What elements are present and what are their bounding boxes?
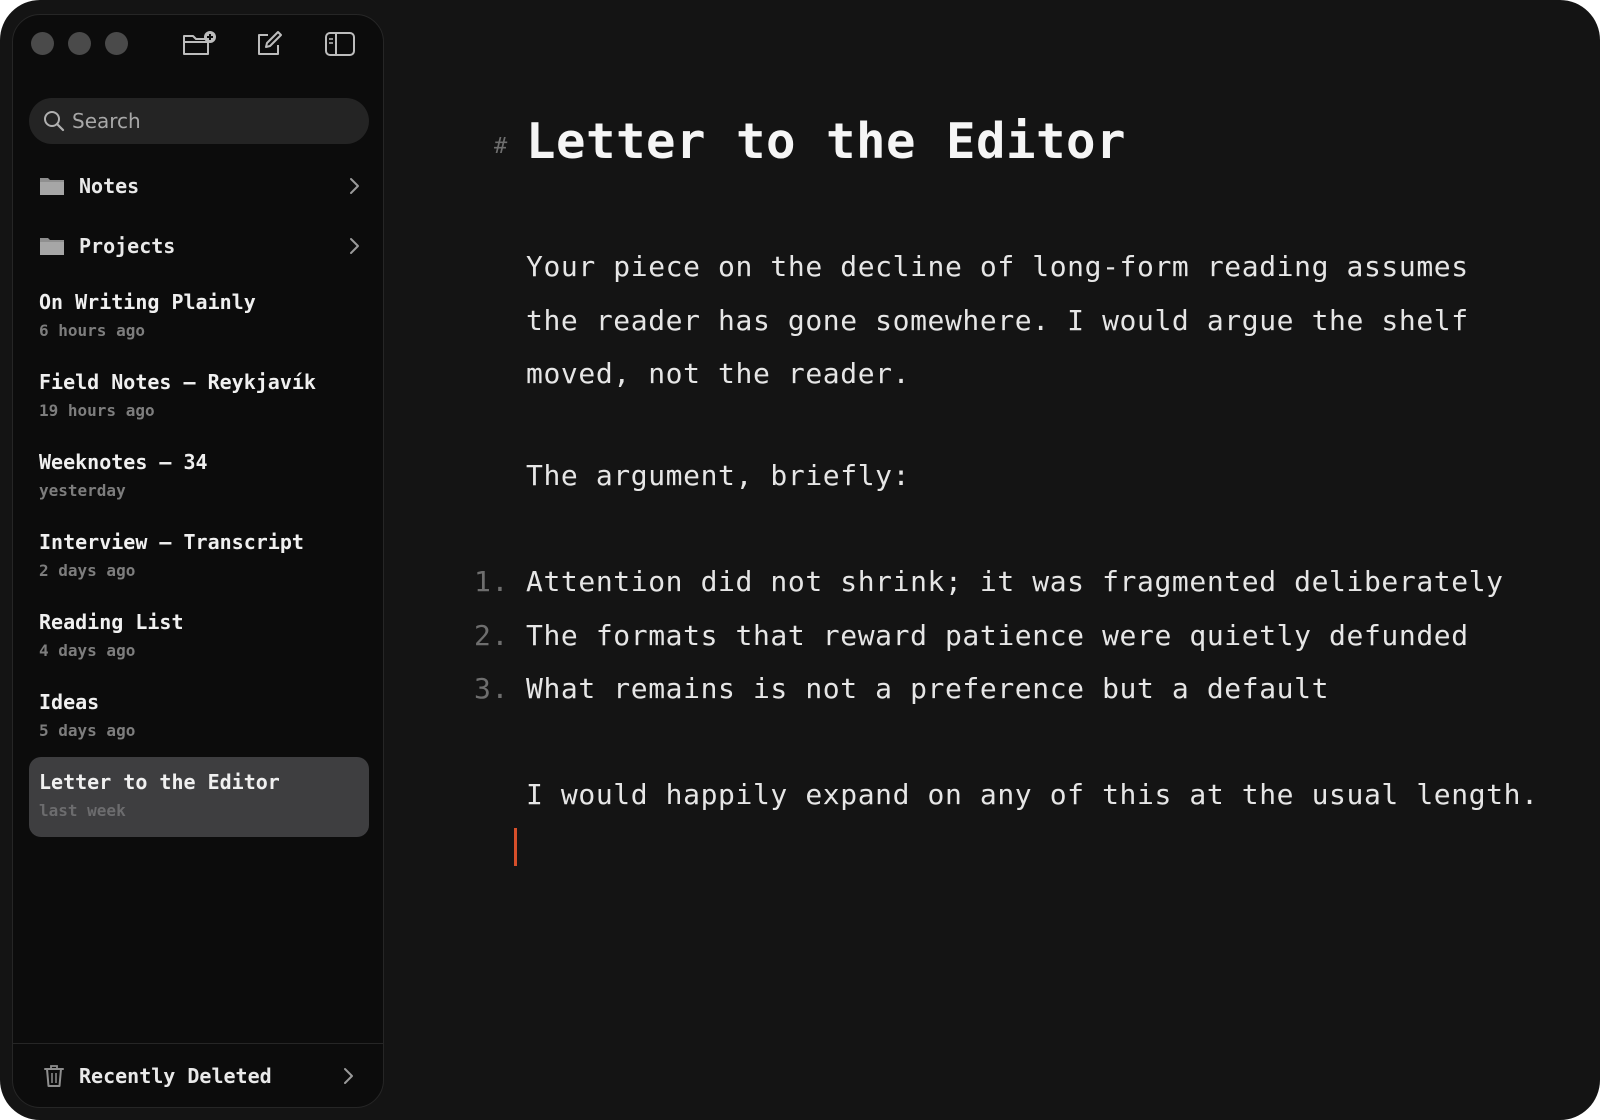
recently-deleted-label: Recently Deleted: [79, 1063, 272, 1088]
search-input[interactable]: [72, 109, 352, 133]
note-date: 2 days ago: [39, 561, 136, 580]
note-date: yesterday: [39, 481, 126, 500]
minimize-button[interactable]: [68, 32, 91, 55]
note-title: Letter to the Editor: [39, 770, 280, 794]
editor[interactable]: # Letter to the Editor Your piece on the…: [384, 0, 1600, 1120]
note-item[interactable]: Ideas 5 days ago: [29, 677, 369, 757]
folder-plus-icon: [181, 30, 217, 58]
recently-deleted-item[interactable]: Recently Deleted: [13, 1043, 383, 1107]
note-date: 4 days ago: [39, 641, 136, 660]
folder-item-projects[interactable]: Projects: [29, 221, 369, 271]
trash-icon: [43, 1063, 65, 1089]
app-window: Notes Projects On: [0, 0, 1600, 1120]
close-button[interactable]: [31, 32, 54, 55]
list-text: The formats that reward patience were qu…: [526, 618, 1469, 652]
sidebar: Notes Projects On: [12, 14, 384, 1108]
chevron-right-icon: [345, 237, 363, 255]
search-box[interactable]: [29, 98, 369, 144]
folder-label: Projects: [79, 234, 176, 258]
list-number: 3.: [474, 672, 509, 705]
compose-button[interactable]: [249, 27, 289, 61]
traffic-lights: [31, 32, 128, 55]
note-title: Field Notes — Reykjavík: [39, 370, 316, 394]
note-item[interactable]: Field Notes — Reykjavík 19 hours ago: [29, 357, 369, 437]
note-item[interactable]: Reading List 4 days ago: [29, 597, 369, 677]
sidebar-toggle-icon: [324, 31, 356, 57]
note-date: 19 hours ago: [39, 401, 155, 420]
text-caret: [514, 828, 517, 866]
ordered-list: 1. Attention did not shrink; it was frag…: [474, 555, 1504, 716]
document-title[interactable]: Letter to the Editor: [526, 110, 1126, 174]
note-item-selected[interactable]: Letter to the Editor last week: [29, 757, 369, 837]
list-item[interactable]: 3. What remains is not a preference but …: [474, 662, 1504, 716]
sidebar-toggle-button[interactable]: [320, 27, 360, 61]
note-item[interactable]: Interview — Transcript 2 days ago: [29, 517, 369, 597]
folder-item-notes[interactable]: Notes: [29, 161, 369, 211]
note-item[interactable]: Weeknotes — 34 yesterday: [29, 437, 369, 517]
paragraph[interactable]: I would happily expand on any of this at…: [526, 768, 1539, 822]
folder-icon: [39, 235, 65, 257]
note-item[interactable]: On Writing Plainly 6 hours ago: [29, 277, 369, 357]
heading-marker: #: [494, 134, 508, 159]
note-date: 5 days ago: [39, 721, 136, 740]
search-icon: [42, 109, 66, 133]
note-date: 6 hours ago: [39, 321, 145, 340]
folder-label: Notes: [79, 174, 140, 198]
note-title: On Writing Plainly: [39, 290, 256, 314]
note-title: Interview — Transcript: [39, 530, 304, 554]
paragraph[interactable]: The argument, briefly:: [526, 449, 910, 503]
new-folder-button[interactable]: [179, 27, 219, 61]
note-title: Weeknotes — 34: [39, 450, 208, 474]
zoom-button[interactable]: [105, 32, 128, 55]
list-number: 1.: [474, 565, 509, 598]
list-text: Attention did not shrink; it was fragmen…: [526, 565, 1504, 598]
chevron-right-icon: [345, 177, 363, 195]
paragraph[interactable]: Your piece on the decline of long-form r…: [526, 240, 1526, 401]
note-title: Reading List: [39, 610, 184, 634]
chevron-right-icon: [339, 1067, 357, 1085]
list-text: What remains is not a preference but a d…: [526, 672, 1330, 705]
list-item[interactable]: 1. Attention did not shrink; it was frag…: [474, 555, 1504, 609]
note-list: On Writing Plainly 6 hours ago Field Not…: [29, 277, 369, 837]
note-title: Ideas: [39, 690, 100, 714]
note-date: last week: [39, 801, 126, 820]
folder-icon: [39, 175, 65, 197]
list-item[interactable]: 2. The formats that reward patience were…: [474, 609, 1504, 663]
compose-icon: [254, 29, 284, 59]
list-number: 2.: [474, 618, 509, 652]
